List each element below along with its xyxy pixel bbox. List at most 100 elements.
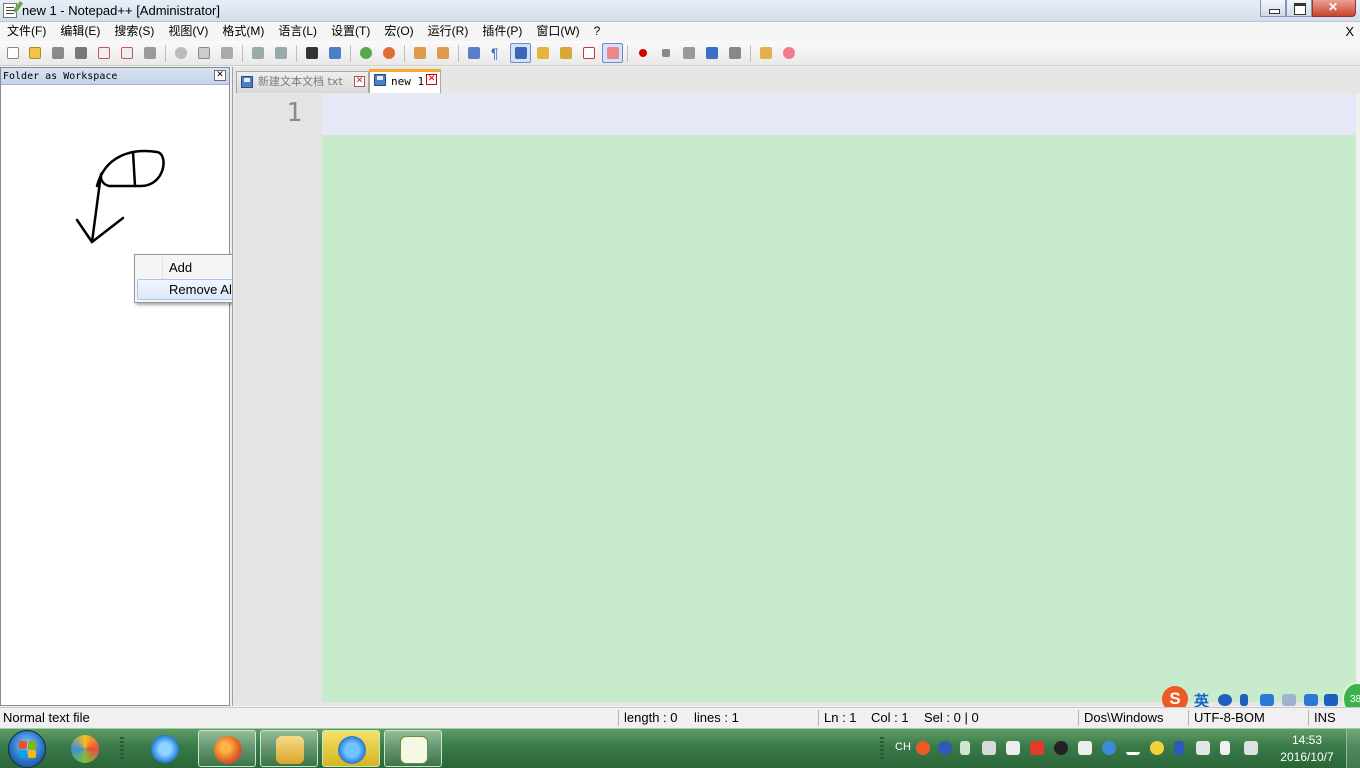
network-tray-icon[interactable] [982,741,996,755]
close-icon[interactable] [96,45,112,61]
folder-icon [276,736,304,764]
status-line: Ln : 1 [824,710,857,725]
taskbar-firefox[interactable] [198,730,256,767]
moon-icon[interactable] [1218,694,1232,706]
redo-icon[interactable] [273,45,289,61]
run-macro-multiple-icon[interactable] [704,45,720,61]
indent-guide-icon[interactable] [510,43,531,63]
sogou-tray-icon[interactable] [916,741,930,755]
help-icon[interactable] [938,741,952,755]
menu-view[interactable]: 视图(V) [161,22,215,41]
color-picker-app-icon [71,735,99,763]
antivirus-tray-icon[interactable] [1030,741,1044,755]
show-desktop-button[interactable] [1346,729,1360,768]
current-line-highlight [322,94,1356,135]
notepad-plus-plus-icon [400,736,428,764]
show-all-chars-icon[interactable]: ¶ [489,45,505,61]
record-macro-icon[interactable] [635,45,651,61]
security-tray-icon[interactable] [1150,741,1164,755]
tab-close-icon[interactable]: ✕ [354,76,365,87]
title-bar: new 1 - Notepad++ [Administrator] [0,0,1360,22]
spellcheck-icon[interactable] [758,45,774,61]
battery-icon[interactable] [1220,741,1230,755]
minimize-button[interactable] [1260,0,1286,17]
volume-icon[interactable] [1244,741,1258,755]
print-icon[interactable] [142,45,158,61]
menu-plugins[interactable]: 插件(P) [475,22,529,41]
punctuation-icon[interactable] [1240,694,1248,706]
document-tray-icon[interactable] [1006,741,1020,755]
doc-map-icon[interactable] [535,45,551,61]
status-eol: Dos\Windows [1084,710,1164,725]
vertical-scrollbar[interactable] [1356,94,1360,702]
qq-tray-icon[interactable] [1054,741,1068,755]
stop-macro-icon[interactable] [658,45,674,61]
tab-new-1[interactable]: new 1 ✕ [369,69,441,93]
status-selection: Sel : 0 | 0 [924,710,979,725]
clock-date: 2016/10/7 [1280,750,1334,764]
find-icon[interactable] [304,45,320,61]
language-indicator[interactable]: CH [895,741,911,753]
device-tray-icon[interactable] [1078,741,1092,755]
menu-format[interactable]: 格式(M) [215,22,271,41]
zoom-out-icon[interactable] [381,45,397,61]
open-file-icon[interactable] [27,45,43,61]
menu-file[interactable]: 文件(F) [0,22,53,41]
maximize-button[interactable] [1286,0,1312,17]
menu-macro[interactable]: 宏(O) [377,22,420,41]
heart-icon[interactable] [781,45,797,61]
function-list-icon[interactable] [558,45,574,61]
sync-horizontal-icon[interactable] [435,45,451,61]
taskbar-internet-explorer[interactable] [136,730,194,767]
editor-text-area[interactable] [322,94,1356,702]
clock[interactable]: 14:53 2016/10/7 [1272,732,1342,766]
menu-bar: 文件(F) 编辑(E) 搜索(S) 视图(V) 格式(M) 语言(L) 设置(T… [0,22,1360,41]
status-encoding: UTF-8-BOM [1194,710,1265,725]
word-wrap-icon[interactable] [466,45,482,61]
menu-search[interactable]: 搜索(S) [107,22,161,41]
menu-help[interactable]: ? [587,22,608,41]
paste-icon[interactable] [219,45,235,61]
play-macro-icon[interactable] [681,45,697,61]
notepad-plus-plus-icon [3,0,24,18]
menu-run[interactable]: 运行(R) [421,22,476,41]
menu-edit[interactable]: 编辑(E) [53,22,107,41]
sync-vertical-icon[interactable] [412,45,428,61]
bluetooth-icon[interactable] [1174,741,1184,755]
panel-close-button[interactable]: ✕ [214,70,226,81]
taskbar-file-explorer[interactable] [260,730,318,767]
keyboard-icon[interactable] [1260,694,1274,706]
undo-icon[interactable] [250,45,266,61]
skin-icon[interactable] [1304,694,1318,706]
close-all-icon[interactable] [119,45,135,61]
replace-icon[interactable] [327,45,343,61]
tab-new-text-document[interactable]: 新建文本文档 txt ✕ [236,71,369,93]
speaker-tray-icon[interactable] [1196,741,1210,755]
taskbar-qq-browser[interactable] [322,730,380,767]
wrench-icon[interactable] [1324,694,1338,706]
start-button[interactable] [8,730,46,768]
signal-tray-icon[interactable] [1126,741,1140,755]
window-title: new 1 - Notepad++ [Administrator] [22,3,220,18]
cut-icon[interactable] [173,45,189,61]
close-document-button[interactable]: X [1345,22,1354,41]
zoom-in-icon[interactable] [358,45,374,61]
folder-workspace-icon[interactable] [581,45,597,61]
tab-close-icon[interactable]: ✕ [426,74,437,85]
close-window-button[interactable] [1312,0,1356,17]
taskbar-color-picker[interactable] [56,730,114,767]
taskbar-notepad-plus-plus[interactable] [384,730,442,767]
save-all-icon[interactable] [73,45,89,61]
status-length: length : 0 [624,710,678,725]
save-icon[interactable] [50,45,66,61]
user-icon[interactable] [1282,694,1296,706]
show-hidden-icons[interactable] [960,741,970,755]
new-file-icon[interactable] [5,45,21,61]
save-macro-icon[interactable] [727,45,743,61]
monitoring-icon[interactable] [602,43,623,63]
menu-language[interactable]: 语言(L) [271,22,324,41]
menu-settings[interactable]: 设置(T) [324,22,377,41]
menu-window[interactable]: 窗口(W) [529,22,586,41]
copy-icon[interactable] [196,45,212,61]
browser-tray-icon[interactable] [1102,741,1116,755]
